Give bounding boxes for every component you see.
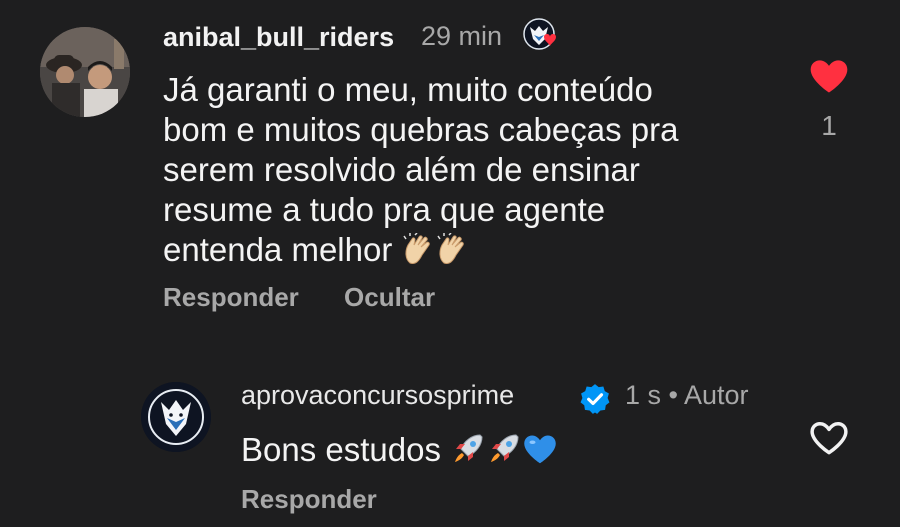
comment-line: Já garanti o meu, muito conteúdo [163,71,653,108]
comment-body: Já garanti o meu, muito conteúdo bom e m… [163,70,763,276]
verified-badge-icon [578,382,612,416]
comment-line: serem resolvido além de ensinar [163,151,640,188]
clapping-hands-emoji [402,232,436,276]
heart-outline-icon [810,421,848,455]
clapping-hands-emoji [436,232,470,276]
comment-actions: Responder Ocultar [163,282,473,313]
comment-line: bom e muitos quebras cabeças pra [163,111,679,148]
comment-item: anibal_bull_riders 29 min Já garanti o m… [0,0,900,330]
avatar[interactable] [40,27,130,117]
comment-timestamp: 29 min [421,21,503,51]
reply-button[interactable]: Responder [241,484,377,515]
comment-username[interactable]: aprovaconcursosprime [241,380,514,411]
reply-button[interactable]: Responder [163,282,299,313]
comment-line: entenda melhor [163,231,393,268]
like-button[interactable] [807,416,851,460]
comment-text: Bons estudos [241,431,441,468]
rocket-emoji [450,431,486,476]
rocket-emoji [486,431,522,476]
comment-line-last: entenda melhor [163,230,763,276]
like-button[interactable] [807,54,851,98]
avatar[interactable] [141,382,211,452]
blue-heart-emoji [522,431,558,476]
author-like-avatar [523,17,559,53]
comment-actions: Responder [241,484,415,515]
comment-username[interactable]: anibal_bull_riders [163,22,394,53]
comment-body: Bons estudos [241,430,761,476]
comment-meta: 1 s • Autor [625,380,749,410]
comment-line: resume a tudo pra que agente [163,191,606,228]
heart-filled-icon [810,60,848,93]
like-count: 1 [821,110,837,141]
hide-button[interactable]: Ocultar [344,282,435,313]
comment-line-last: Bons estudos [241,430,761,476]
reply-item: aprovaconcursosprime 1 s • Autor Bons es… [0,360,900,527]
